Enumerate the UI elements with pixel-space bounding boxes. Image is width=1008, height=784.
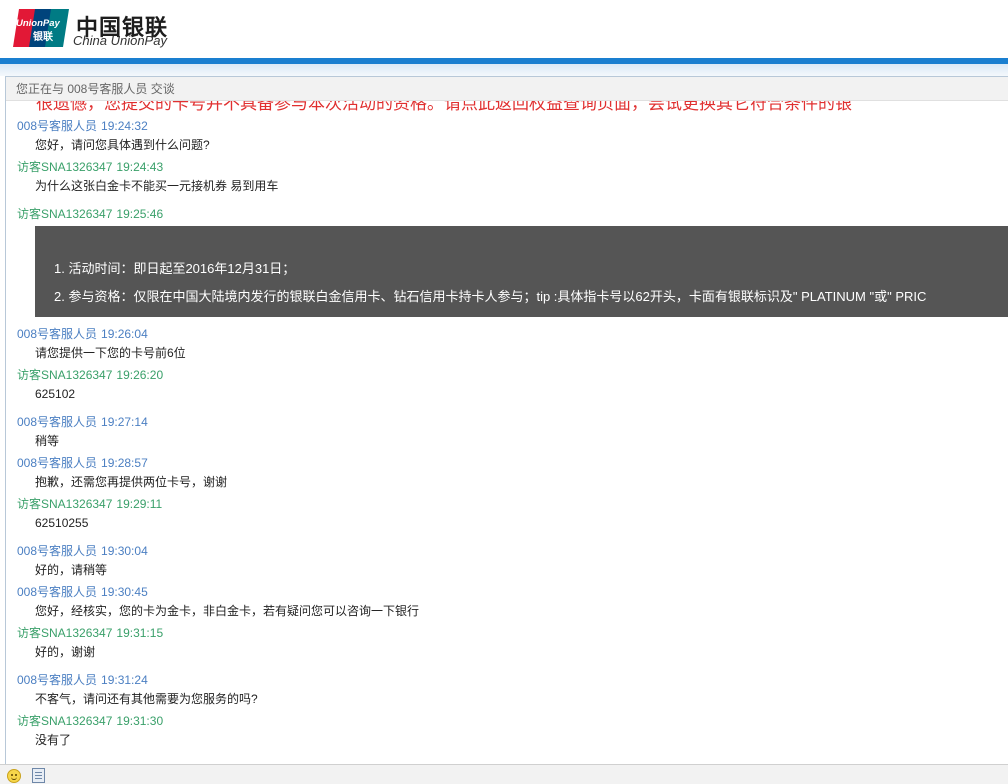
message-text: 为什么这张白金卡不能买一元接机券 易到用车: [35, 179, 279, 193]
header: UnionPay 银联 中国银联 China UnionPay: [0, 0, 1008, 58]
smiley-icon[interactable]: [7, 769, 21, 783]
message-time: 19:29:11: [116, 497, 163, 511]
message-item: 访客SNA1326347 19:31:30 没有了: [17, 714, 1008, 747]
message-sender: 008号客服人员: [17, 415, 98, 429]
message-sender: 008号客服人员: [17, 327, 98, 341]
message-meta: 访客SNA1326347 19:31:30: [17, 714, 1008, 728]
message-item: 访客SNA1326347 19:24:43 为什么这张白金卡不能买一元接机券 易到…: [17, 160, 1008, 193]
message-sender: 008号客服人员: [17, 673, 98, 687]
notice-line-1: 1. 活动时间：即日起至2016年12月31日；: [54, 261, 296, 276]
message-item: 访客SNA1326347 19:31:15 好的，谢谢: [17, 626, 1008, 659]
message-item: 008号客服人员 19:28:57 抱歉，还需您再提供两位卡号，谢谢: [17, 456, 1008, 489]
message-meta: 访客SNA1326347 19:29:11: [17, 497, 1008, 511]
message-time: 19:30:04: [101, 544, 148, 558]
message-text: 您好，请问您具体遇到什么问题?: [35, 138, 210, 152]
message-text: 625102: [35, 387, 76, 401]
logo-mark-top-text: UnionPay: [16, 18, 61, 29]
message-list[interactable]: 很遗憾，您提交的卡号并不具备参与本次活动的资格。请点此返回权益查询页面，尝试更换…: [6, 101, 1008, 765]
message-time: 19:27:14: [101, 415, 148, 429]
message-text: 62510255: [35, 516, 89, 530]
message-meta: 访客SNA1326347 19:31:15: [17, 626, 1008, 640]
message-time: 19:31:24: [101, 673, 148, 687]
message-sender: 访客SNA1326347: [17, 497, 113, 511]
message-item: 008号客服人员 19:24:32 您好，请问您具体遇到什么问题?: [17, 119, 1008, 152]
message-time: 19:25:46: [116, 207, 164, 221]
message-text: 请您提供一下您的卡号前6位: [35, 346, 186, 360]
message-text: 抱歉，还需您再提供两位卡号，谢谢: [35, 475, 228, 489]
message-text: 好的，请稍等: [35, 563, 108, 577]
message-time: 19:30:45: [101, 585, 148, 599]
message-sender: 访客SNA1326347: [17, 160, 113, 174]
message-sender: 访客SNA1326347: [17, 626, 113, 640]
message-meta: 访客SNA1326347 19:25:46: [17, 207, 1008, 221]
message-sender: 008号客服人员: [17, 585, 98, 599]
message-meta: 访客SNA1326347 19:24:43: [17, 160, 1008, 174]
message-meta: 008号客服人员 19:30:45: [17, 585, 1008, 599]
message-item: 访客SNA1326347 19:26:20 625102: [17, 368, 1008, 401]
document-icon[interactable]: [32, 768, 45, 783]
message-time: 19:24:32: [101, 119, 148, 133]
logo-mark-bottom-text: 银联: [33, 30, 53, 43]
message-meta: 访客SNA1326347 19:26:20: [17, 368, 1008, 382]
header-gradient-bar: [0, 64, 1008, 76]
message-sender: 008号客服人员: [17, 456, 98, 470]
message-time: 19:31:15: [116, 626, 164, 640]
message-item: 008号客服人员 19:30:04 好的，请稍等: [17, 544, 1008, 577]
chat-window: 您正在与 008号客服人员 交谈 很遗憾，您提交的卡号并不具备参与本次活动的资格…: [5, 76, 1008, 766]
message-meta: 008号客服人员 19:27:14: [17, 415, 1008, 429]
message-meta: 008号客服人员 19:31:24: [17, 673, 1008, 687]
unionpay-logo-icon: UnionPay 银联: [13, 9, 69, 47]
message-meta: 008号客服人员 19:24:32: [17, 119, 1008, 133]
chat-title: 您正在与 008号客服人员 交谈: [6, 77, 1008, 101]
message-sender: 访客SNA1326347: [17, 714, 113, 728]
chat-toolbar: [0, 764, 1008, 784]
message-sender: 008号客服人员: [17, 119, 98, 133]
cut-off-system-message: 很遗憾，您提交的卡号并不具备参与本次活动的资格。请点此返回权益查询页面，尝试更换…: [36, 101, 852, 113]
message-meta: 008号客服人员 19:28:57: [17, 456, 1008, 470]
message-text: 您好，经核实，您的卡为金卡，非白金卡，若有疑问您可以咨询一下银行: [35, 604, 420, 618]
message-text: 稍等: [35, 434, 60, 448]
message-time: 19:26:04: [101, 327, 148, 341]
message-text: 没有了: [35, 733, 72, 747]
message-text: 不客气，请问还有其他需要为您服务的吗?: [35, 692, 258, 706]
message-item: 008号客服人员 19:27:14 稍等: [17, 415, 1008, 448]
message-item: 008号客服人员 19:31:24 不客气，请问还有其他需要为您服务的吗?: [17, 673, 1008, 706]
message-sender: 008号客服人员: [17, 544, 98, 558]
message-sender: 访客SNA1326347: [17, 368, 113, 382]
message-item: 008号客服人员 19:30:45 您好，经核实，您的卡为金卡，非白金卡，若有疑问…: [17, 585, 1008, 618]
message-text: 好的，谢谢: [35, 645, 96, 659]
message-time: 19:24:43: [116, 160, 164, 174]
notice-line-2: 2. 参与资格：仅限在中国大陆境内发行的银联白金信用卡、钻石信用卡持卡人参与；t…: [54, 289, 927, 304]
message-item: 访客SNA1326347 19:29:11 62510255: [17, 497, 1008, 530]
message-meta: 008号客服人员 19:26:04: [17, 327, 1008, 341]
message-sender: 访客SNA1326347: [17, 207, 113, 221]
message-time: 19:28:57: [101, 456, 148, 470]
message-item: 访客SNA1326347 19:25:46: [17, 207, 1008, 221]
message-meta: 008号客服人员 19:30:04: [17, 544, 1008, 558]
message-time: 19:26:20: [116, 368, 164, 382]
shared-notice-block: 1. 活动时间：即日起至2016年12月31日； 2. 参与资格：仅限在中国大陆…: [35, 226, 1008, 317]
logo-english-text: China UnionPay: [73, 33, 167, 48]
message-item: 008号客服人员 19:26:04 请您提供一下您的卡号前6位: [17, 327, 1008, 360]
message-time: 19:31:30: [116, 714, 164, 728]
